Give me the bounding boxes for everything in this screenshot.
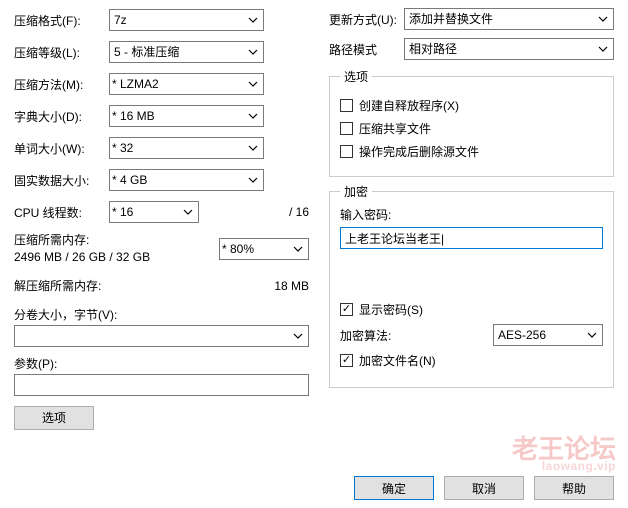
encryption-group: 加密 输入密码: 显示密码(S) 加密算法: AES-256 加密文件名(N) [329, 183, 614, 388]
level-select[interactable]: 5 - 标准压缩 [109, 41, 264, 63]
dict-select[interactable]: * 16 MB [109, 105, 264, 127]
encryption-legend: 加密 [340, 183, 372, 200]
delete-checkbox[interactable] [340, 145, 353, 158]
format-label: 压缩格式(F): [14, 12, 109, 29]
update-label: 更新方式(U): [329, 11, 404, 28]
mem-decompress-value: 18 MB [249, 279, 309, 293]
path-label: 路径模式 [329, 41, 404, 58]
update-select[interactable]: 添加并替换文件 [404, 8, 614, 30]
mem-compress-label: 压缩所需内存: [14, 232, 219, 249]
enc-names-checkbox[interactable] [340, 354, 353, 367]
options-group: 选项 创建自释放程序(X) 压缩共享文件 操作完成后删除源文件 [329, 68, 614, 177]
password-label: 输入密码: [340, 206, 603, 223]
show-password-label: 显示密码(S) [359, 301, 423, 318]
sfx-label: 创建自释放程序(X) [359, 97, 459, 114]
help-button[interactable]: 帮助 [534, 476, 614, 500]
sfx-checkbox[interactable] [340, 99, 353, 112]
path-select[interactable]: 相对路径 [404, 38, 614, 60]
split-select[interactable] [14, 325, 309, 347]
threads-label: CPU 线程数: [14, 204, 109, 221]
cancel-button[interactable]: 取消 [444, 476, 524, 500]
watermark: 老王论坛 laowang.vip [512, 436, 616, 472]
enc-names-label: 加密文件名(N) [359, 352, 436, 369]
options-legend: 选项 [340, 68, 372, 85]
params-label: 参数(P): [14, 355, 309, 372]
show-password-checkbox[interactable] [340, 303, 353, 316]
level-label: 压缩等级(L): [14, 44, 109, 61]
dict-label: 字典大小(D): [14, 108, 109, 125]
method-label: 压缩方法(M): [14, 76, 109, 93]
params-input[interactable] [14, 374, 309, 396]
word-select[interactable]: * 32 [109, 137, 264, 159]
format-select[interactable]: 7z [109, 9, 264, 31]
options-button[interactable]: 选项 [14, 406, 94, 430]
enc-algo-select[interactable]: AES-256 [493, 324, 603, 346]
share-checkbox[interactable] [340, 122, 353, 135]
word-label: 单词大小(W): [14, 140, 109, 157]
threads-select[interactable]: * 16 [109, 201, 199, 223]
method-select[interactable]: * LZMA2 [109, 73, 264, 95]
mem-decompress-label: 解压缩所需内存: [14, 277, 249, 294]
threads-total: / 16 [264, 205, 309, 219]
solid-select[interactable]: * 4 GB [109, 169, 264, 191]
solid-label: 固实数据大小: [14, 172, 109, 189]
ok-button[interactable]: 确定 [354, 476, 434, 500]
mem-compress-detail: 2496 MB / 26 GB / 32 GB [14, 249, 219, 266]
enc-algo-label: 加密算法: [340, 327, 493, 344]
password-input[interactable] [340, 227, 603, 249]
delete-label: 操作完成后删除源文件 [359, 143, 479, 160]
share-label: 压缩共享文件 [359, 120, 431, 137]
mem-percent-select[interactable]: * 80% [219, 238, 309, 260]
split-label: 分卷大小，字节(V): [14, 306, 309, 323]
